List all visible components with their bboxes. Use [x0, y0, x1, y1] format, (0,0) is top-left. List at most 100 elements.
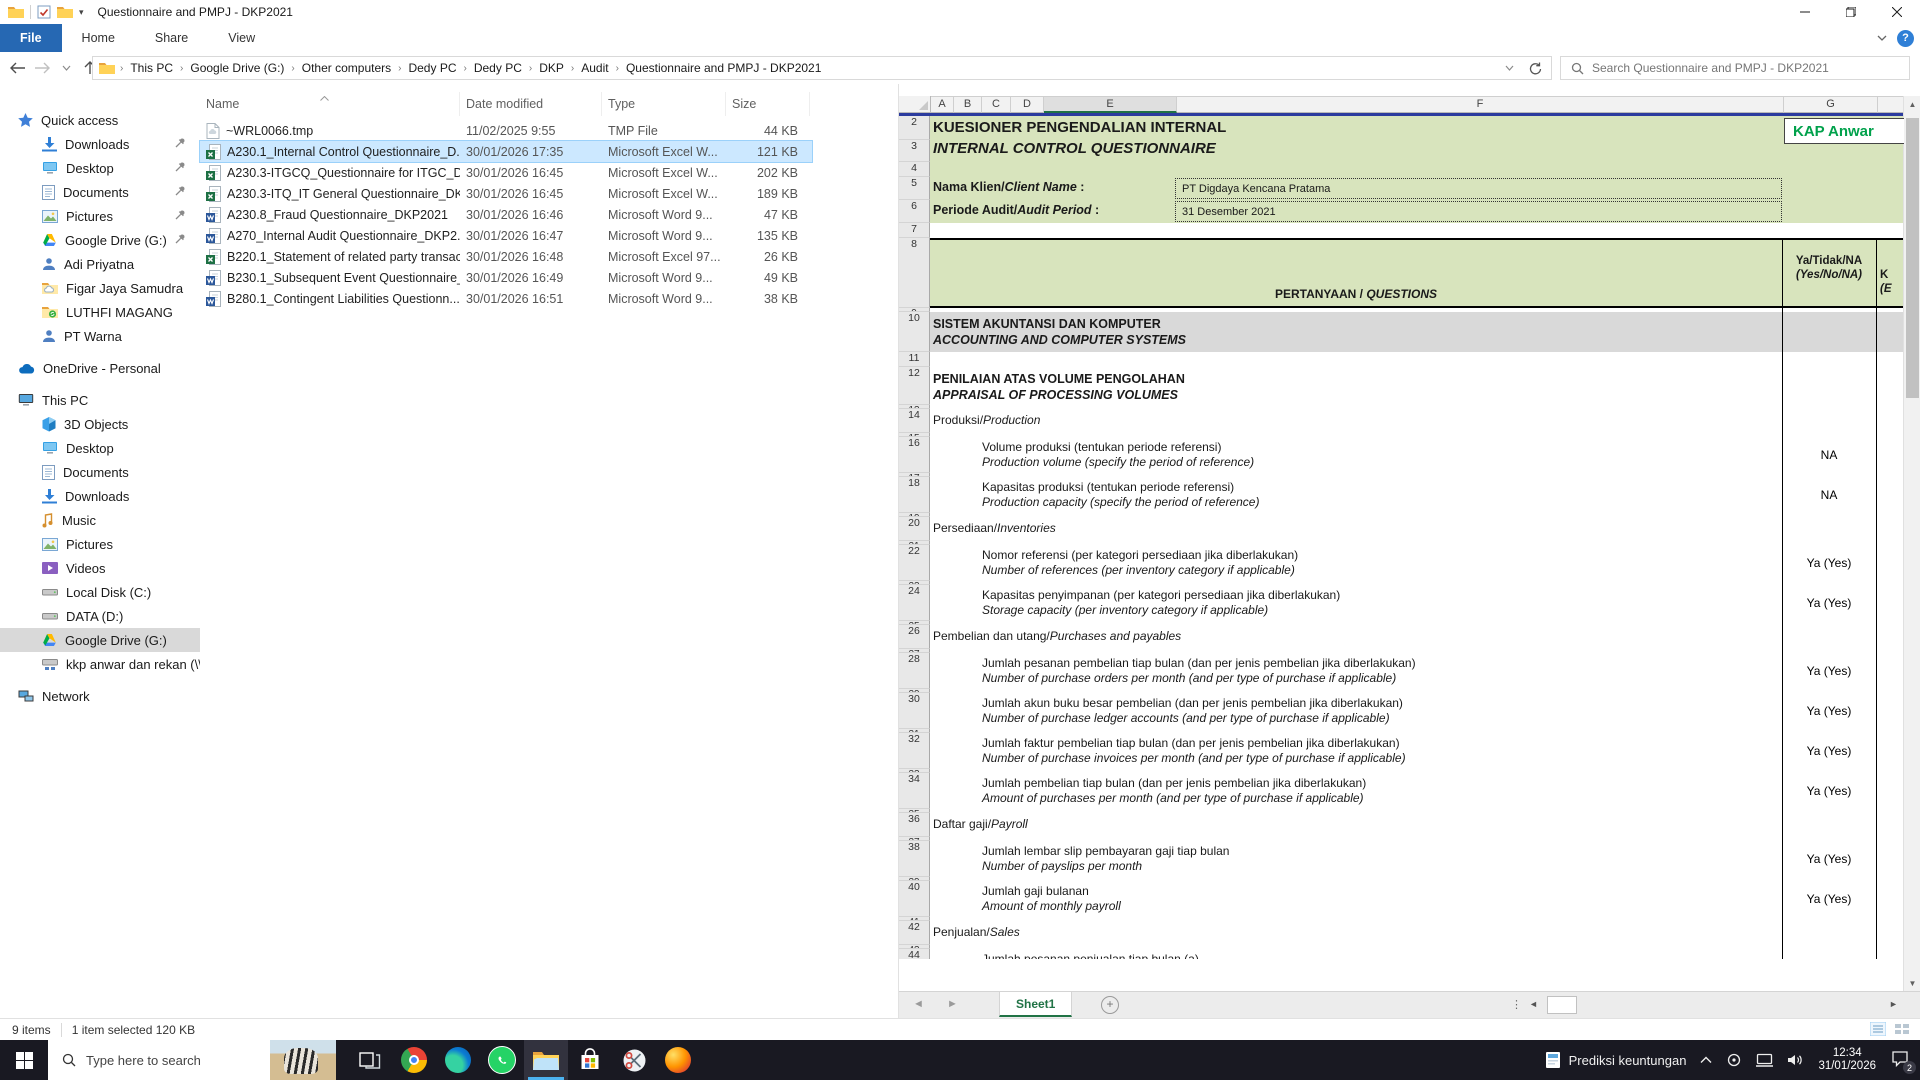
news-widget[interactable]: Prediksi keuntungan: [1545, 1051, 1687, 1069]
minimize-button[interactable]: [1782, 0, 1828, 24]
sidebar-item-desktop[interactable]: Desktop: [0, 156, 200, 180]
column-header-size[interactable]: Size: [726, 92, 810, 116]
snipping-tool-icon[interactable]: [612, 1040, 656, 1080]
breadcrumb-item-this-pc[interactable]: This PC: [128, 61, 175, 75]
hscroll-right-icon[interactable]: ►: [1889, 992, 1898, 1016]
vertical-scrollbar[interactable]: ▲ ▼: [1903, 96, 1920, 992]
file-row-a230-3-itq-it-general-questionnaire-dk[interactable]: A230.3-ITQ_IT General Questionnaire_DK..…: [200, 183, 812, 204]
recent-locations-icon[interactable]: [54, 56, 78, 80]
row-header-20[interactable]: 20: [899, 517, 930, 541]
sidebar-item-local-disk-c[interactable]: Local Disk (C:): [0, 580, 200, 604]
row-header-16[interactable]: 16: [899, 437, 930, 473]
column-header-partial[interactable]: [1878, 96, 1906, 113]
address-dropdown-icon[interactable]: [1497, 56, 1521, 80]
thumbnail-view-icon[interactable]: [1894, 1022, 1910, 1036]
sidebar-item-documents[interactable]: Documents: [0, 460, 200, 484]
chevron-right-icon[interactable]: ›: [393, 63, 406, 74]
qat-dropdown-icon[interactable]: ▾: [79, 7, 84, 18]
clock[interactable]: 12:34 31/01/2026: [1818, 1047, 1876, 1073]
row-header-2[interactable]: 2: [899, 116, 930, 140]
ribbon-tab-share[interactable]: Share: [135, 24, 208, 52]
sidebar-item-downloads[interactable]: Downloads: [0, 132, 200, 156]
network-icon[interactable]: [1756, 1053, 1773, 1067]
close-button[interactable]: [1874, 0, 1920, 24]
notifications-icon[interactable]: 2: [1890, 1049, 1912, 1071]
properties-icon[interactable]: [37, 5, 51, 19]
file-explorer-icon[interactable]: [524, 1040, 568, 1080]
expand-ribbon-icon[interactable]: [1877, 35, 1887, 41]
row-header-32[interactable]: 32: [899, 733, 930, 769]
sidebar-item-luthfi-magang[interactable]: LUTHFI MAGANG: [0, 300, 200, 324]
column-header-b[interactable]: B: [954, 96, 982, 113]
row-header-4[interactable]: 4: [899, 162, 930, 177]
column-header-c[interactable]: C: [982, 96, 1011, 113]
row-header-40[interactable]: 40: [899, 881, 930, 917]
search-input[interactable]: Search Questionnaire and PMPJ - DKP2021: [1560, 56, 1910, 80]
breadcrumb-item-dedy-pc[interactable]: Dedy PC: [406, 61, 458, 75]
sidebar-item-pt-warna[interactable]: PT Warna: [0, 324, 200, 348]
chevron-right-icon[interactable]: ›: [611, 63, 624, 74]
row-header-42[interactable]: 42: [899, 921, 930, 945]
tab-options-icon[interactable]: ⋮: [1511, 992, 1522, 1016]
row-header-30[interactable]: 30: [899, 693, 930, 729]
sidebar-item-downloads[interactable]: Downloads: [0, 484, 200, 508]
task-view-icon[interactable]: [348, 1040, 392, 1080]
row-header-6[interactable]: 6: [899, 200, 930, 223]
chevron-right-icon[interactable]: ›: [459, 63, 472, 74]
edge-icon[interactable]: [436, 1040, 480, 1080]
row-header-8[interactable]: 8: [899, 238, 930, 308]
ribbon-tab-home[interactable]: Home: [62, 24, 135, 52]
device-icon[interactable]: [1726, 1052, 1742, 1068]
row-header-12[interactable]: 12: [899, 367, 930, 405]
details-view-icon[interactable]: [1870, 1022, 1886, 1036]
file-row-a230-8-fraud-questionnaire-dkp2021[interactable]: A230.8_Fraud Questionnaire_DKP202130/01/…: [200, 204, 812, 225]
sidebar-item-videos[interactable]: Videos: [0, 556, 200, 580]
row-header-34[interactable]: 34: [899, 773, 930, 809]
row-header-28[interactable]: 28: [899, 653, 930, 689]
row-header-7[interactable]: 7: [899, 223, 930, 238]
sidebar-item-documents[interactable]: Documents: [0, 180, 200, 204]
chevron-right-icon[interactable]: ›: [286, 63, 299, 74]
hscroll-left-icon[interactable]: ◄: [1529, 992, 1538, 1016]
volume-icon[interactable]: [1787, 1053, 1804, 1067]
row-header-18[interactable]: 18: [899, 477, 930, 513]
row-header-11[interactable]: 11: [899, 352, 930, 367]
back-icon[interactable]: [6, 56, 30, 80]
ribbon-tab-view[interactable]: View: [208, 24, 275, 52]
sidebar-item-adi-priyatna[interactable]: Adi Priyatna: [0, 252, 200, 276]
ribbon-tab-file[interactable]: File: [0, 24, 62, 52]
chevron-right-icon[interactable]: ›: [175, 63, 188, 74]
sidebar-item-pictures[interactable]: Pictures: [0, 532, 200, 556]
forward-icon[interactable]: [30, 56, 54, 80]
sidebar-item-desktop[interactable]: Desktop: [0, 436, 200, 460]
chrome-icon[interactable]: [392, 1040, 436, 1080]
help-icon[interactable]: ?: [1897, 30, 1914, 47]
scroll-down-icon[interactable]: ▼: [1904, 975, 1920, 992]
column-header-g[interactable]: G: [1784, 96, 1878, 113]
sidebar-item-onedrive-personal[interactable]: OneDrive - Personal: [0, 356, 200, 380]
sidebar-item-network[interactable]: Network: [0, 684, 200, 708]
chevron-right-icon[interactable]: ›: [524, 63, 537, 74]
file-row-b220-1-statement-of-related-party-transac[interactable]: B220.1_Statement of related party transa…: [200, 246, 812, 267]
column-header-a[interactable]: A: [931, 96, 954, 113]
column-header-date-modified[interactable]: Date modified: [460, 92, 602, 116]
chevron-right-icon[interactable]: ›: [566, 63, 579, 74]
add-sheet-icon[interactable]: +: [1101, 996, 1119, 1014]
field-value[interactable]: 31 Desember 2021: [1175, 201, 1782, 222]
taskbar-search-input[interactable]: Type here to search: [48, 1040, 336, 1080]
chevron-right-icon[interactable]: ›: [115, 63, 128, 74]
column-header-e[interactable]: E: [1044, 96, 1177, 113]
maximize-button[interactable]: [1828, 0, 1874, 24]
sidebar-item-quick-access[interactable]: Quick access: [0, 108, 200, 132]
whatsapp-icon[interactable]: [480, 1040, 524, 1080]
next-sheet-icon[interactable]: ►: [947, 992, 958, 1016]
row-header-10[interactable]: 10: [899, 312, 930, 352]
column-header-f[interactable]: F: [1177, 96, 1784, 113]
scrollbar-thumb[interactable]: [1906, 118, 1919, 398]
breadcrumb-item-questionnaire-and-pmpj-dkp2021[interactable]: Questionnaire and PMPJ - DKP2021: [624, 61, 823, 75]
column-header-name[interactable]: Name: [200, 92, 460, 116]
field-value[interactable]: PT Digdaya Kencana Pratama: [1175, 178, 1782, 199]
sidebar-item-kkp-anwar-dan-rekan-1[interactable]: kkp anwar dan rekan (\\1: [0, 652, 200, 676]
sidebar-item-google-drive-g[interactable]: Google Drive (G:): [0, 628, 200, 652]
breadcrumb-item-other-computers[interactable]: Other computers: [300, 61, 393, 75]
